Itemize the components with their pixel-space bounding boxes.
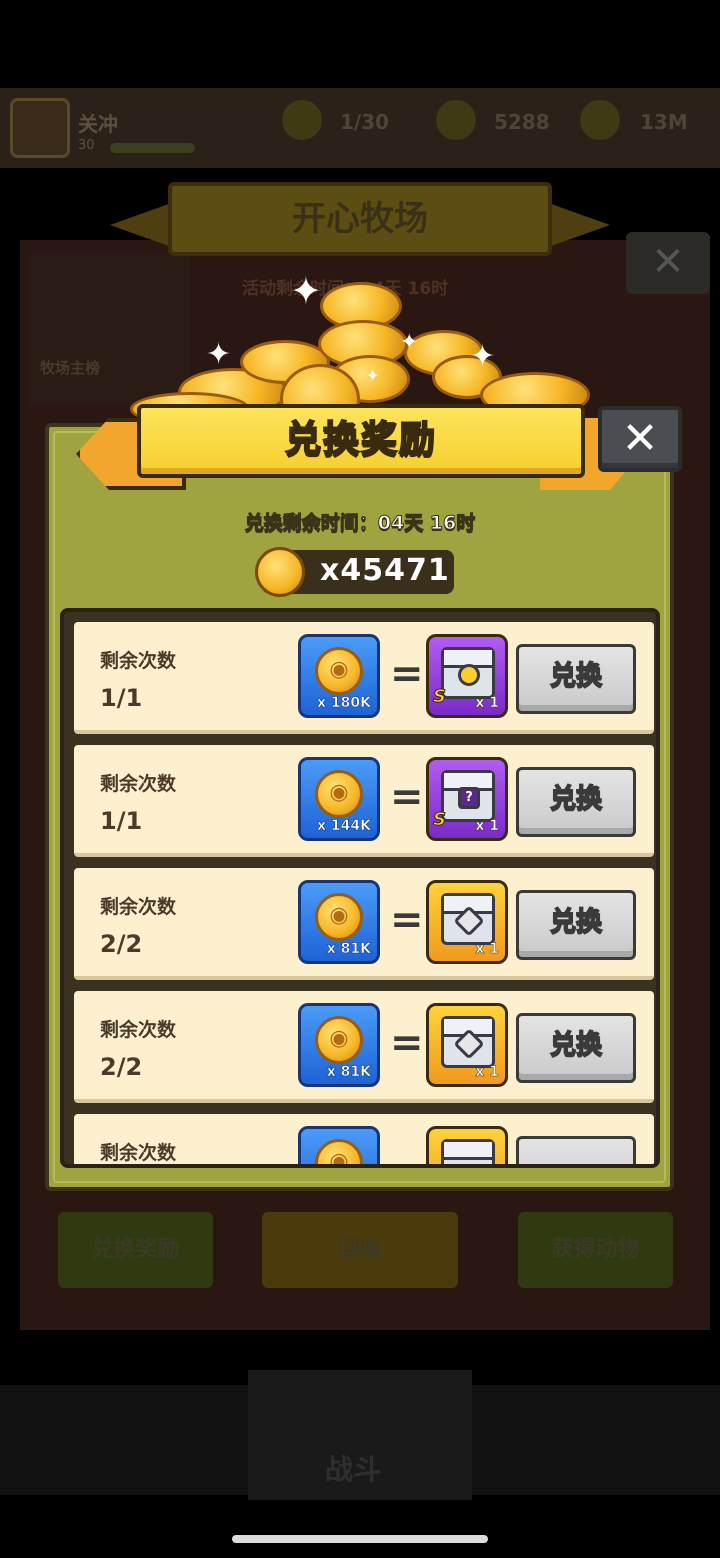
stamina-icon	[282, 100, 322, 140]
remaining-label: 剩余次数	[100, 773, 177, 795]
pig-coin-icon: ◉	[315, 770, 363, 818]
cost-amount: x 81K	[326, 941, 371, 958]
player-level: 30	[78, 138, 95, 153]
cost-amount: x 81K	[326, 1064, 371, 1081]
sparkle-icon: ✦	[290, 269, 322, 313]
reward-tile: x 1	[426, 880, 508, 964]
ranch-building	[30, 255, 190, 405]
bg-recycle-button: 回收	[262, 1212, 458, 1288]
exchange-button[interactable]	[516, 1136, 636, 1164]
pig-coin-icon	[255, 547, 305, 597]
remaining-count: 2/2	[100, 930, 143, 958]
remaining-count: 1/1	[100, 684, 143, 712]
treasure-chest-icon	[441, 893, 495, 945]
stat-gold: 13M	[640, 110, 688, 134]
remaining-count: 2/2	[100, 1053, 143, 1081]
reward-qty: x 1	[475, 695, 499, 712]
treasure-chest-icon	[441, 1139, 495, 1164]
reward-tile: ? S x 1	[426, 757, 508, 841]
stat-gems: 5288	[494, 110, 550, 134]
xp-bar	[110, 143, 195, 153]
sparkle-icon: ✦	[400, 330, 419, 355]
exchange-button[interactable]: 兑换	[516, 1013, 636, 1083]
sparkle-icon: ✦	[206, 337, 232, 372]
sparkle-icon: ✦	[366, 366, 380, 385]
remaining-label: 剩余次数	[100, 896, 177, 918]
pig-coin-icon: ◉	[315, 1139, 363, 1164]
cost-tile: ◉ x 81K	[298, 880, 380, 964]
reward-qty: x 1	[475, 941, 499, 958]
exchange-button[interactable]: 兑换	[516, 890, 636, 960]
cost-amount: x 180K	[317, 695, 371, 712]
close-icon: ✕	[621, 413, 659, 464]
reward-rarity: S	[433, 809, 447, 831]
pig-coin-icon: ◉	[315, 1016, 363, 1064]
cost-tile: ◉ x 81K	[298, 1003, 380, 1087]
close-button[interactable]: ✕	[598, 406, 682, 472]
home-indicator[interactable]	[232, 1535, 488, 1543]
player-avatar	[10, 98, 70, 158]
remaining-count: 1/1	[100, 807, 143, 835]
mystery-chest-icon: ?	[441, 770, 495, 822]
reward-rarity: S	[433, 686, 447, 708]
equals-sign: =	[390, 651, 424, 697]
reward-tile: x 1	[426, 1003, 508, 1087]
cost-amount: x 144K	[317, 818, 371, 835]
treasure-chest-icon	[441, 1016, 495, 1068]
exchange-button[interactable]: 兑换	[516, 644, 636, 714]
exchange-row: 剩余次数 1/1 ◉ x 144K = ? S x 1 兑换	[74, 745, 654, 857]
exchange-time-remaining: 兑换剩余时间：04天 16时	[244, 512, 476, 535]
exchange-row: 剩余次数 2/2 ◉ x 81K = x 1 兑换	[74, 868, 654, 980]
stat-stamina: 1/30	[340, 110, 390, 134]
sparkle-icon: ✦	[470, 339, 496, 374]
cost-tile: ◉ x 144K	[298, 757, 380, 841]
remaining-label: 剩余次数	[100, 650, 177, 672]
exchange-row: 剩余次数 1/1 ◉ x 180K = S x 1 兑换	[74, 622, 654, 734]
cost-tile: ◉	[298, 1126, 380, 1164]
reward-qty: x 1	[475, 818, 499, 835]
gem-icon	[436, 100, 476, 140]
player-name: 关冲	[78, 112, 118, 136]
equals-sign: =	[390, 897, 424, 943]
event-close-icon: ✕	[626, 232, 710, 294]
treasure-chest-icon	[441, 647, 495, 699]
equals-sign: =	[390, 1020, 424, 1066]
exchange-button[interactable]: 兑换	[516, 767, 636, 837]
equals-sign: =	[390, 774, 424, 820]
battle-nav-label: 战斗	[325, 1453, 382, 1486]
bg-exchange-button: 兑换奖励	[58, 1212, 213, 1288]
pig-coin-icon: ◉	[315, 647, 363, 695]
exchange-row: 剩余次数 ◉	[74, 1114, 654, 1164]
reward-tile: S x 1	[426, 634, 508, 718]
remaining-label: 剩余次数	[100, 1142, 177, 1164]
rank-label: 牧场主榜	[40, 359, 101, 377]
exchange-row: 剩余次数 2/2 ◉ x 81K = x 1 兑换	[74, 991, 654, 1103]
remaining-label: 剩余次数	[100, 1019, 177, 1041]
dialog-title: 兑换奖励	[284, 418, 437, 461]
event-title: 开心牧场	[168, 182, 552, 256]
exchange-list[interactable]: 剩余次数 1/1 ◉ x 180K = S x 1 兑换 剩余次数 1/1 ◉ …	[60, 608, 660, 1168]
reward-tile	[426, 1126, 508, 1164]
coin-balance-value: x45471	[320, 553, 450, 588]
gold-icon	[580, 100, 620, 140]
bg-get-animal-button: 获得动物	[518, 1212, 673, 1288]
pig-coin-icon: ◉	[315, 893, 363, 941]
cost-tile: ◉ x 180K	[298, 634, 380, 718]
reward-qty: x 1	[475, 1064, 499, 1081]
